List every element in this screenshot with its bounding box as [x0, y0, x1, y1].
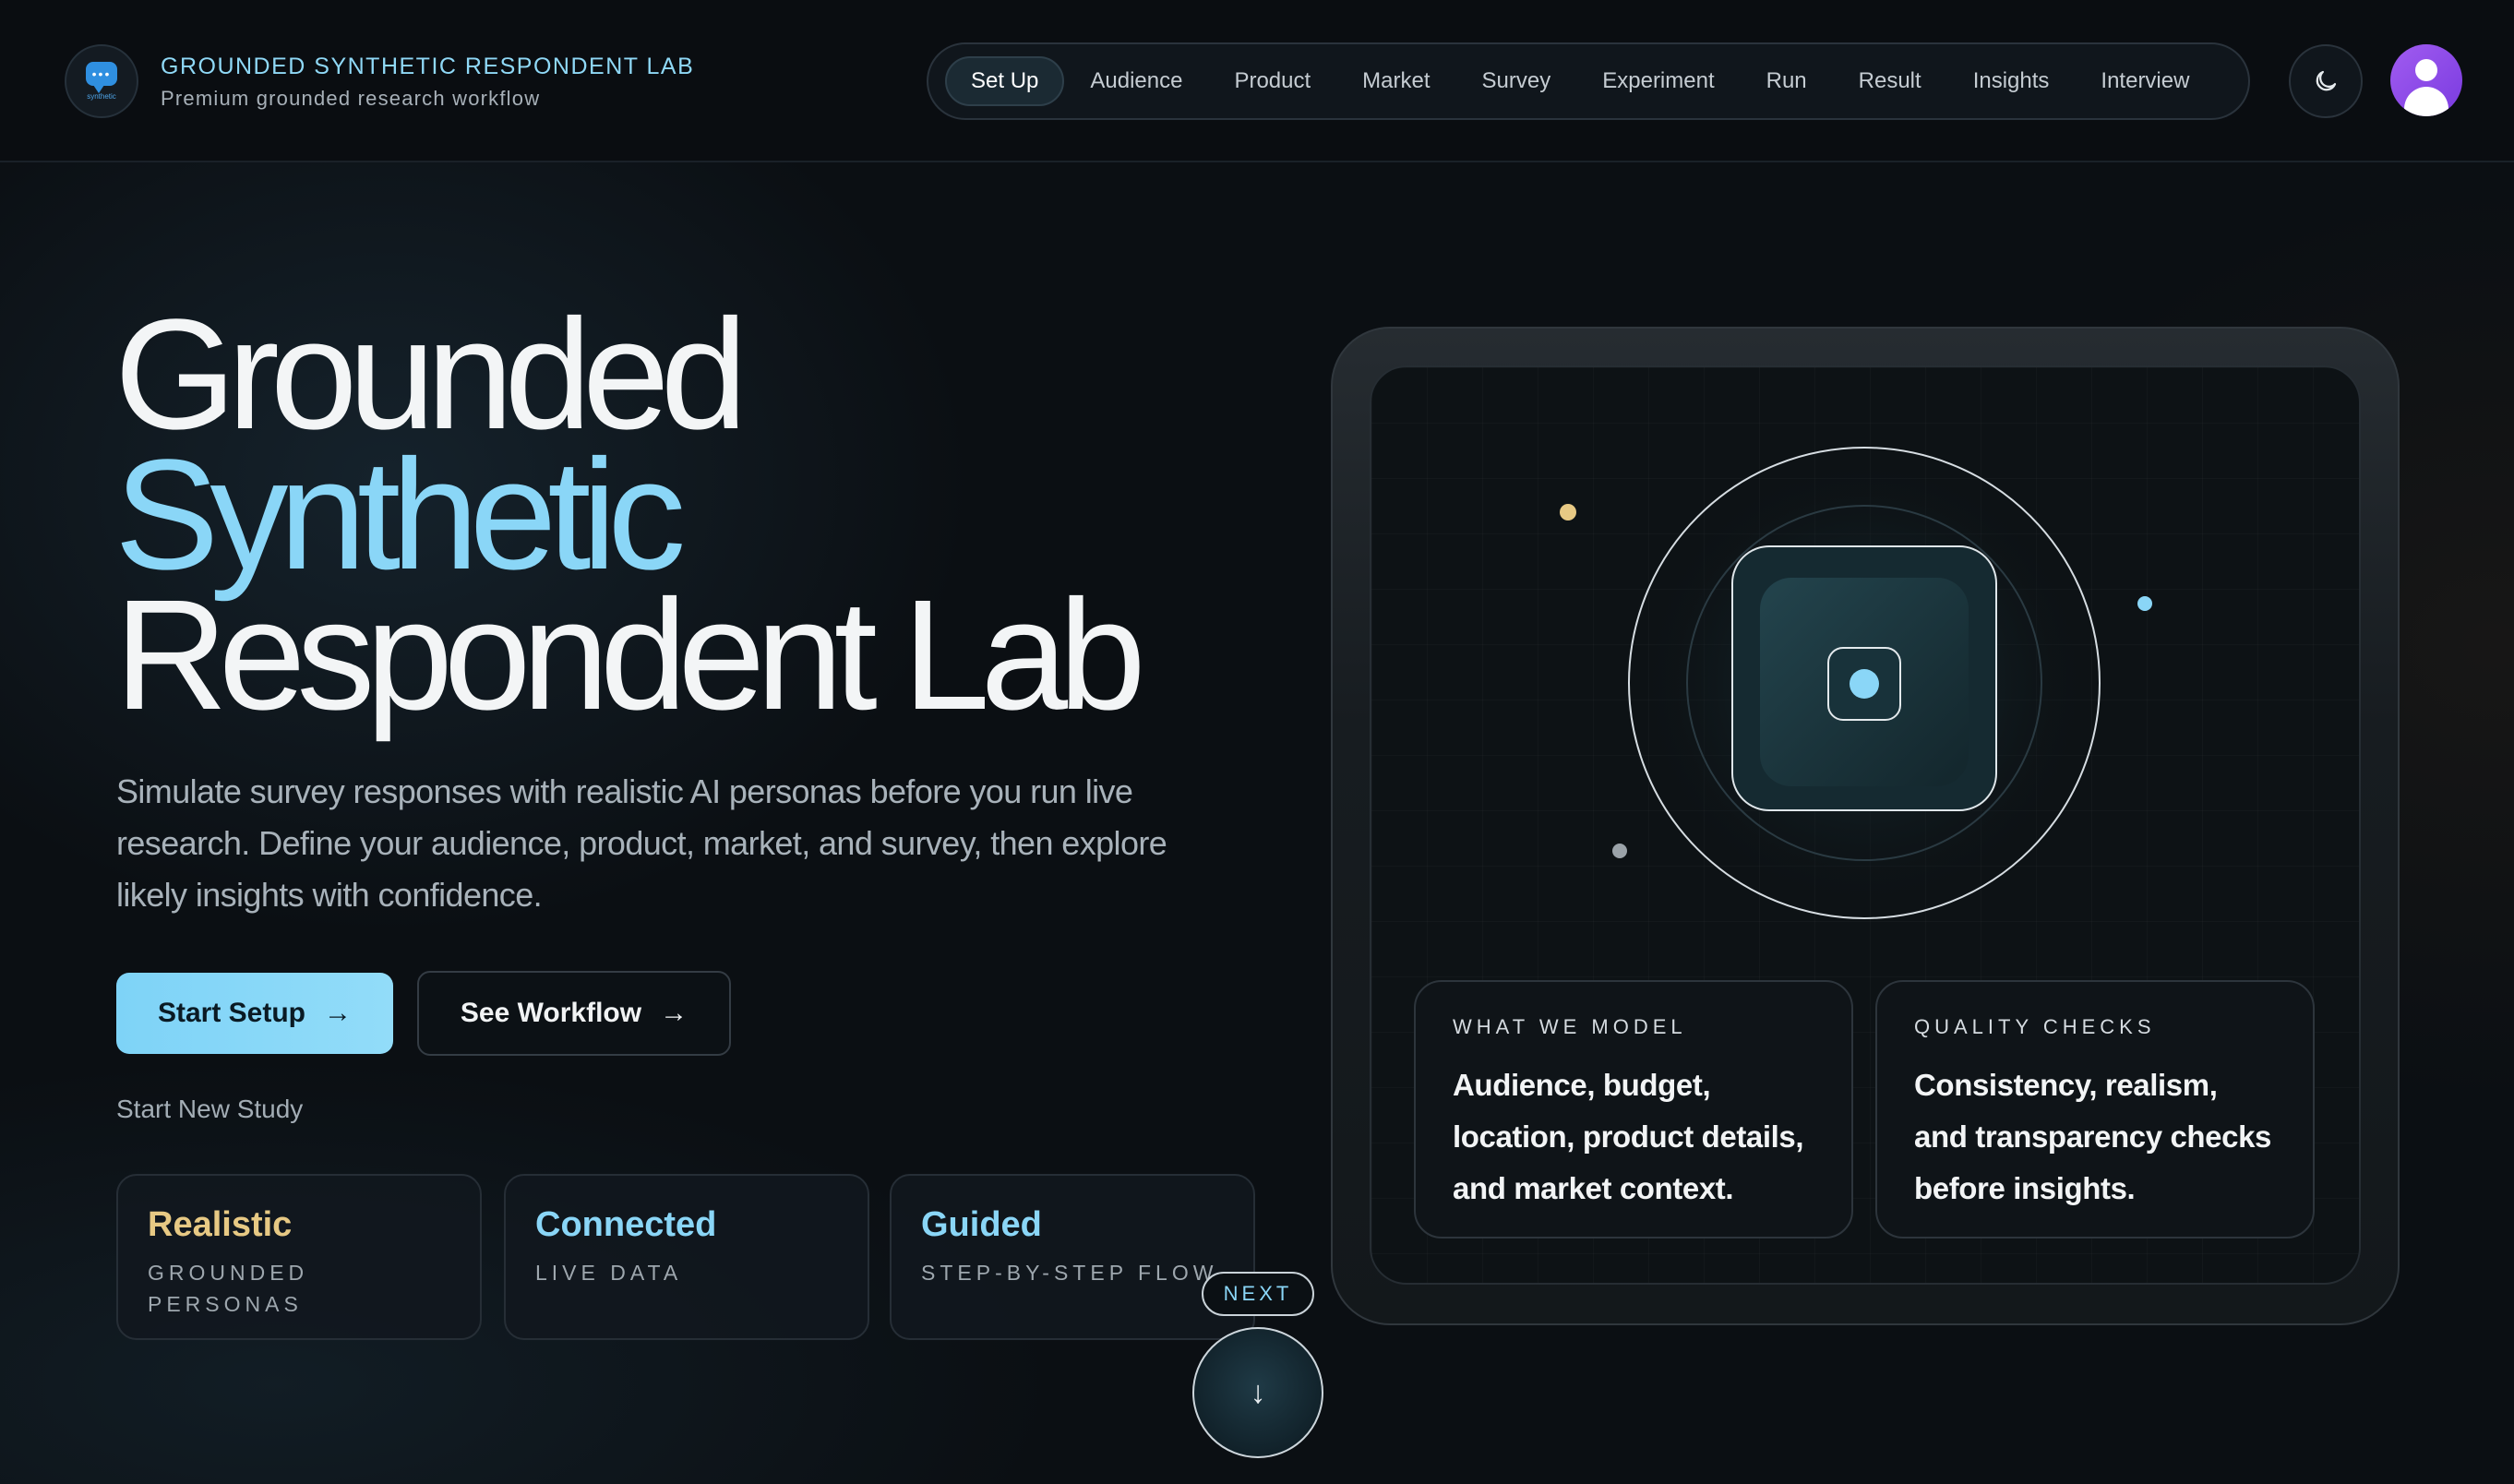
brand-title: GROUNDED SYNTHETIC RESPONDENT LAB: [161, 54, 695, 79]
start-setup-label: Start Setup: [157, 998, 306, 1028]
top-nav: ••• synthetic GROUNDED SYNTHETIC RESPOND…: [0, 0, 2514, 162]
page: ••• synthetic GROUNDED SYNTHETIC RESPOND…: [0, 0, 2514, 1484]
scroll-down-button[interactable]: ↓: [1192, 1327, 1323, 1458]
hero-title-line2: Synthetic: [114, 427, 686, 603]
what-we-model-card: WHAT WE MODEL Audience, budget, location…: [1414, 980, 1853, 1239]
stat-card-connected: Connected LIVE DATA: [504, 1174, 869, 1340]
theme-toggle-button[interactable]: [2289, 44, 2363, 118]
start-new-study-link[interactable]: Start New Study: [116, 1095, 303, 1124]
workflow-tabs: Set Up Audience Product Market Survey Ex…: [927, 42, 2250, 120]
brand-subtitle: Premium grounded research workflow: [161, 87, 541, 110]
stat-card-realistic: Realistic GROUNDED PERSONAS: [116, 1174, 482, 1340]
hero-title-line3: Respondent Lab: [114, 568, 1146, 743]
stat-caption: STEP-BY-STEP FLOW: [921, 1261, 1218, 1285]
brand-logo[interactable]: ••• synthetic: [65, 44, 138, 118]
stat-caption: LIVE DATA: [535, 1261, 683, 1285]
stat-caption: GROUNDED PERSONAS: [148, 1261, 309, 1316]
see-workflow-label: See Workflow: [460, 998, 642, 1028]
tab-market[interactable]: Market: [1336, 56, 1455, 106]
tab-set-up[interactable]: Set Up: [945, 56, 1065, 106]
tab-insights[interactable]: Insights: [1947, 56, 2076, 106]
chat-bubble-icon: •••: [86, 62, 117, 93]
user-avatar[interactable]: [2390, 44, 2462, 116]
hero-description: Simulate survey responses with realistic…: [116, 772, 1167, 914]
user-icon: [2415, 59, 2437, 81]
hero-title: Grounded Synthetic Respondent Lab: [114, 287, 1146, 743]
arrow-down-icon: ↓: [1250, 1374, 1266, 1410]
tab-audience[interactable]: Audience: [1064, 56, 1208, 106]
tab-survey[interactable]: Survey: [1456, 56, 1577, 106]
hero-title-line1: Grounded: [114, 287, 748, 462]
stat-card-guided: Guided STEP-BY-STEP FLOW: [890, 1174, 1255, 1340]
stat-title: Realistic: [148, 1205, 293, 1244]
logo-text: synthetic: [87, 92, 116, 101]
next-label: NEXT: [1202, 1272, 1314, 1316]
tab-experiment[interactable]: Experiment: [1576, 56, 1740, 106]
stat-title: Guided: [921, 1205, 1042, 1244]
tab-product[interactable]: Product: [1208, 56, 1336, 106]
start-setup-button[interactable]: Start Setup →: [116, 973, 393, 1054]
tab-interview[interactable]: Interview: [2075, 56, 2215, 106]
card-text: Consistency, realism, and transparency c…: [1914, 1068, 2271, 1205]
card-label: QUALITY CHECKS: [1914, 1015, 2156, 1038]
card-text: Audience, budget, location, product deta…: [1453, 1068, 1804, 1205]
see-workflow-button[interactable]: See Workflow →: [417, 971, 731, 1056]
arrow-right-icon: →: [324, 998, 353, 1028]
moon-icon: [2316, 70, 2337, 91]
stat-title: Connected: [535, 1205, 717, 1244]
tab-result[interactable]: Result: [1833, 56, 1947, 106]
tab-run[interactable]: Run: [1741, 56, 1833, 106]
quality-checks-card: QUALITY CHECKS Consistency, realism, and…: [1875, 980, 2315, 1239]
card-label: WHAT WE MODEL: [1453, 1015, 1687, 1038]
arrow-right-icon: →: [660, 998, 688, 1028]
